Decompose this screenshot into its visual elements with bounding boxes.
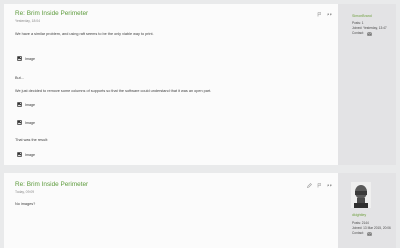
post-text-line: That was the result: xyxy=(15,138,49,142)
envelope-icon[interactable] xyxy=(366,31,372,36)
image-icon xyxy=(17,56,22,61)
post-text-line: We have a similar problem, and using raf… xyxy=(15,32,154,36)
contact-label: Contact: xyxy=(352,31,364,35)
image-icon xyxy=(17,120,22,125)
report-icon[interactable] xyxy=(317,183,322,188)
post-body: Re: Brim Inside Perimeter Today, 09:09 N… xyxy=(4,173,338,248)
quote-icon[interactable] xyxy=(327,12,332,17)
image-label: Image xyxy=(25,56,35,61)
user-info: Posts: 2144 Joined: 13 Mar 2015, 20:06 C… xyxy=(352,221,391,236)
image-label: Image xyxy=(25,120,35,125)
envelope-icon[interactable] xyxy=(366,231,372,236)
report-icon[interactable] xyxy=(317,12,322,17)
post-text-line: We just decided to remove some columns o… xyxy=(15,89,212,93)
image-placeholder[interactable]: Image xyxy=(17,120,35,125)
post-body: Re: Brim Inside Perimeter Yesterday, 18:… xyxy=(4,4,338,165)
post-2: Re: Brim Inside Perimeter Today, 09:09 N… xyxy=(4,173,396,248)
image-icon xyxy=(17,152,22,157)
username-link[interactable]: dkightley xyxy=(352,213,366,217)
user-contact: Contact: xyxy=(352,231,391,236)
image-placeholder[interactable]: Image xyxy=(17,152,35,157)
post-title[interactable]: Re: Brim Inside Perimeter xyxy=(15,10,88,17)
image-icon xyxy=(17,102,22,107)
image-placeholder[interactable]: Image xyxy=(17,56,35,61)
post-actions xyxy=(317,12,332,17)
post-date: Yesterday, 18:04 xyxy=(15,19,41,23)
post-text-line: No images? xyxy=(15,202,36,206)
post-text-line: But... xyxy=(15,76,24,80)
contact-label: Contact: xyxy=(352,231,364,235)
post-1: Re: Brim Inside Perimeter Yesterday, 18:… xyxy=(4,4,396,165)
post-title[interactable]: Re: Brim Inside Perimeter xyxy=(15,181,88,188)
image-label: Image xyxy=(25,102,35,107)
quote-icon[interactable] xyxy=(327,183,332,188)
pencil-icon[interactable] xyxy=(307,183,312,188)
post-actions xyxy=(307,183,332,188)
user-info: Posts: 1 Joined: Yesterday, 13:47 Contac… xyxy=(352,21,387,36)
avatar[interactable] xyxy=(351,182,371,208)
user-contact: Contact: xyxy=(352,31,387,36)
image-label: Image xyxy=(25,152,35,157)
username-link[interactable]: SimonBrand xyxy=(352,14,372,18)
image-placeholder[interactable]: Image xyxy=(17,102,35,107)
post-date: Today, 09:09 xyxy=(15,190,35,194)
